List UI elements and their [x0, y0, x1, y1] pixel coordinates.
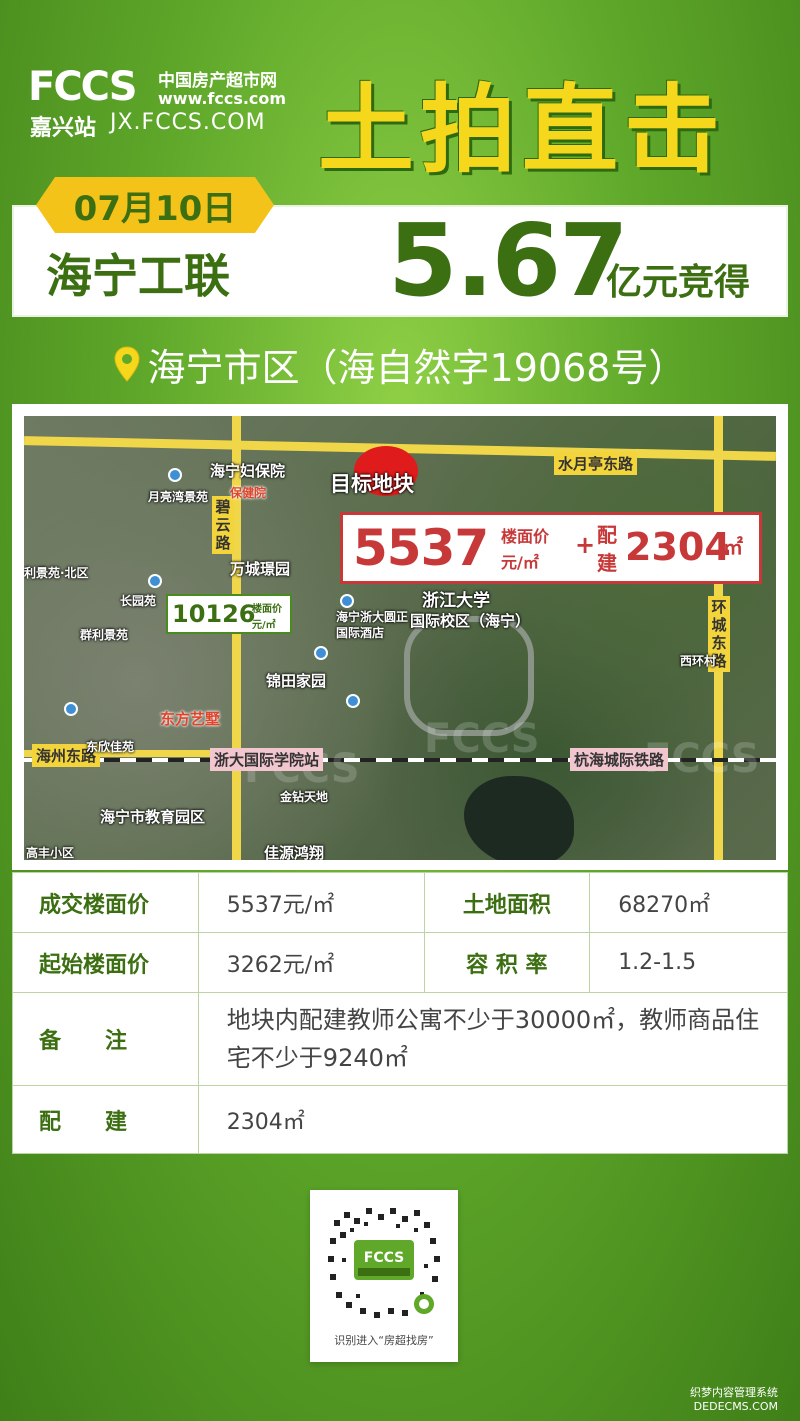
start-price-value: 3262元/㎡	[197, 932, 425, 993]
place-gaofeng: 高丰小区	[26, 846, 75, 860]
location-pin-icon	[114, 346, 140, 382]
place-lijing: 利景苑·北区	[24, 566, 89, 580]
plot-ratio-value: 1.2-1.5	[589, 932, 788, 993]
callout-extra-unit: ㎡	[723, 535, 743, 559]
nearby-price-tag: 10126 楼面价 元/㎡	[166, 594, 292, 634]
callout-plus: +	[575, 531, 596, 559]
page-headline: 土拍直击	[318, 74, 726, 186]
logo-mark: FCCS	[28, 64, 138, 110]
callout-floor-price: 5537	[353, 519, 489, 577]
extra-label: 配 建	[12, 1085, 199, 1154]
footer-line2: DEDECMS.COM	[693, 1400, 778, 1413]
place-zju: 浙江大学	[422, 591, 490, 611]
callout-extra-line2: 建	[597, 551, 617, 575]
brand-domain: JX.FCCS.COM	[110, 110, 266, 135]
footer-line1: 织梦内容管理系统	[690, 1386, 778, 1399]
rail-tag-hanghai: 杭海城际铁路	[570, 748, 669, 771]
place-jinzuan: 金钻天地	[280, 790, 329, 804]
brand-station: 嘉兴站	[30, 116, 97, 141]
nearby-price: 10126	[172, 600, 256, 628]
place-jintian: 锦田家园	[266, 672, 327, 690]
table-row: 起始楼面价 3262元/㎡ 容 积 率 1.2-1.5	[12, 932, 788, 993]
rail-tag-zju-station: 浙大国际学院站	[210, 748, 324, 771]
place-wancheng: 万城璟园	[230, 560, 291, 578]
land-info-table: 成交楼面价 5537元/㎡ 土地面积 68270㎡ 起始楼面价 3262元/㎡ …	[12, 872, 789, 1154]
table-row: 配 建 2304㎡	[12, 1085, 789, 1154]
table-row: 备 注 地块内配建教师公寓不少于30000㎡，教师商品住宅不少于9240㎡	[12, 992, 789, 1086]
footer-watermark: 织梦内容管理系统 DEDECMS.COM	[690, 1386, 778, 1414]
deal-price-value: 5537元/㎡	[197, 872, 425, 933]
road-tag-biyun: 碧云路	[212, 496, 234, 554]
land-area-value: 68270㎡	[589, 872, 788, 933]
map-frame: FCCS FCCS FCCS 目标地块 5537 楼面价 元/㎡ + 配 建 2…	[12, 404, 788, 870]
target-callout: 5537 楼面价 元/㎡ + 配 建 2304 ㎡	[340, 512, 762, 584]
place-changyuan: 长园苑	[120, 594, 157, 608]
callout-extra-line1: 配	[597, 523, 617, 547]
place-qunli: 群利景苑	[80, 628, 129, 642]
map-watermark: FCCS	[424, 716, 540, 762]
poi-icon	[148, 574, 162, 588]
deal-price-unit: 亿元竞得	[606, 262, 751, 303]
callout-extra-area: 2304	[625, 525, 731, 569]
callout-unit-line2: 元/㎡	[501, 553, 539, 572]
parking-icon	[314, 646, 328, 660]
road-tag-shuiyueting: 水月亭东路	[554, 452, 638, 475]
note-label: 备 注	[12, 992, 199, 1086]
deal-price-label: 成交楼面价	[12, 872, 199, 933]
poi-icon	[64, 702, 78, 716]
target-label: 目标地块	[330, 472, 414, 496]
place-hospital: 海宁妇保院	[210, 462, 286, 480]
lake	[464, 776, 574, 860]
callout-unit-line1: 楼面价	[501, 527, 550, 546]
deal-price: 5.67	[388, 202, 629, 319]
table-row: 成交楼面价 5537元/㎡ 土地面积 68270㎡	[12, 872, 788, 933]
brand-cn-name: 中国房产超市网	[158, 71, 277, 91]
place-yuehu: 月亮湾景苑	[148, 490, 209, 504]
place-dongfang: 东方艺墅	[160, 710, 221, 728]
deal-buyer: 海宁工联	[46, 249, 230, 303]
nearby-unit-line1: 楼面价	[252, 604, 282, 615]
brand-url: www.fccs.com	[158, 89, 287, 108]
road-biyun	[232, 416, 241, 860]
plot-ratio-label: 容 积 率	[423, 932, 591, 993]
qr-code-icon[interactable]: FCCS	[320, 1198, 448, 1326]
place-hotel: 海宁浙大圆正	[336, 610, 409, 624]
extra-value: 2304㎡	[197, 1085, 789, 1154]
note-value: 地块内配建教师公寓不少于30000㎡，教师商品住宅不少于9240㎡	[197, 992, 789, 1086]
place-jiayuan: 佳源鸿翔	[264, 844, 325, 860]
parking-icon	[346, 694, 360, 708]
place-hospital-sub: 保健院	[230, 486, 267, 500]
place-education: 海宁市教育园区	[100, 808, 206, 826]
deal-date: 07月10日	[36, 177, 274, 233]
brand-logo: FCCS 中国房产超市网 www.fccs.com 嘉兴站 JX.FCCS.CO…	[28, 62, 298, 142]
location-text: 海宁市区（海自然字19068号）	[147, 345, 687, 390]
place-hotel2: 国际酒店	[336, 626, 385, 640]
place-dongxin: 东欣佳苑	[86, 740, 135, 754]
place-xicun: 西环村	[680, 654, 717, 668]
poi-icon	[340, 594, 354, 608]
nearby-unit-line2: 元/㎡	[252, 620, 276, 631]
svg-text:FCCS: FCCS	[364, 1250, 404, 1266]
poi-icon	[168, 468, 182, 482]
start-price-label: 起始楼面价	[12, 932, 199, 993]
qr-card[interactable]: FCCS 识别进入“房超找房”	[310, 1190, 458, 1362]
qr-caption: 识别进入“房超找房”	[334, 1334, 434, 1347]
location-row: 海宁市区（海自然字19068号）	[0, 336, 800, 392]
place-zju-campus: 国际校区（海宁）	[410, 612, 531, 630]
satellite-map: FCCS FCCS FCCS 目标地块 5537 楼面价 元/㎡ + 配 建 2…	[24, 416, 776, 860]
land-area-label: 土地面积	[423, 872, 591, 933]
